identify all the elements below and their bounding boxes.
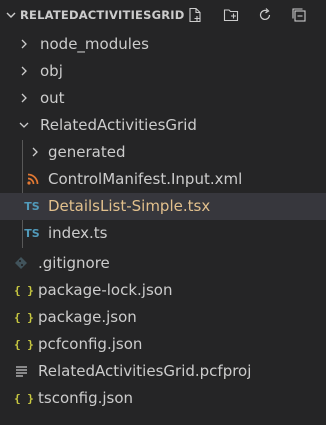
tree-file-package-lock[interactable]: { } package-lock.json <box>0 277 326 304</box>
tree-item-label: tsconfig.json <box>38 389 134 407</box>
collapse-all-button[interactable] <box>288 4 310 26</box>
tree-folder-out[interactable]: out <box>0 85 326 112</box>
new-file-button[interactable] <box>184 4 206 26</box>
tree-item-label: RelatedActivitiesGrid <box>40 116 197 134</box>
tree-file-gitignore[interactable]: .gitignore <box>0 250 326 277</box>
json-icon: { } <box>14 392 34 405</box>
chevron-right-icon <box>21 66 27 76</box>
json-icon: { } <box>14 311 34 324</box>
explorer-panel: RELATEDACTIVITIESGRID node_modules obj o… <box>0 0 326 425</box>
tree-item-label: out <box>40 89 65 107</box>
json-icon: { } <box>14 284 34 297</box>
tree-item-label: generated <box>48 143 126 161</box>
tree-folder-generated[interactable]: generated <box>0 139 326 166</box>
tree-file-controlmanifest[interactable]: ControlManifest.Input.xml <box>0 166 326 193</box>
collapse-all-icon <box>292 8 306 22</box>
refresh-icon <box>259 8 271 21</box>
json-icon: { } <box>14 338 34 351</box>
typescript-icon: TS <box>24 227 40 240</box>
chevron-right-icon <box>21 39 27 49</box>
tree-file-package[interactable]: { } package.json <box>0 304 326 331</box>
chevron-down-icon <box>19 122 29 128</box>
explorer-header: RELATEDACTIVITIESGRID <box>0 0 326 30</box>
new-folder-icon <box>223 9 239 22</box>
tree-folder-obj[interactable]: obj <box>0 58 326 85</box>
git-icon <box>15 257 27 269</box>
tree-item-label: package-lock.json <box>38 281 173 299</box>
tree-item-label: DetailsList-Simple.tsx <box>48 197 211 215</box>
chevron-right-icon <box>32 147 38 157</box>
tree-item-label: ControlManifest.Input.xml <box>48 170 243 188</box>
tree-item-label: node_modules <box>40 35 149 53</box>
new-file-icon <box>189 7 201 23</box>
tree-file-index[interactable]: TS index.ts <box>0 220 326 247</box>
tree-folder-node-modules[interactable]: node_modules <box>0 31 326 58</box>
tree-file-detailslist-simple[interactable]: TS DetailsList-Simple.tsx <box>0 193 326 220</box>
refresh-button[interactable] <box>254 4 276 26</box>
tree-item-label: .gitignore <box>38 254 110 272</box>
new-folder-button[interactable] <box>220 4 242 26</box>
tree-file-pcfproj[interactable]: RelatedActivitiesGrid.pcfproj <box>0 358 326 385</box>
tree-file-tsconfig[interactable]: { } tsconfig.json <box>0 385 326 412</box>
chevron-right-icon <box>21 93 27 103</box>
tree-item-label: obj <box>40 62 63 80</box>
chevron-down-icon[interactable] <box>4 8 18 22</box>
tree-folder-relatedactivitiesgrid[interactable]: RelatedActivitiesGrid <box>0 112 326 139</box>
tree-item-label: package.json <box>38 308 137 326</box>
tree-item-label: RelatedActivitiesGrid.pcfproj <box>38 362 252 380</box>
lines-icon <box>16 366 27 377</box>
explorer-title[interactable]: RELATEDACTIVITIESGRID <box>20 8 192 24</box>
tree-item-label: index.ts <box>48 224 108 242</box>
typescript-icon: TS <box>24 200 40 213</box>
tree-item-label: pcfconfig.json <box>38 335 143 353</box>
tree-file-pcfconfig[interactable]: { } pcfconfig.json <box>0 331 326 358</box>
rss-icon <box>27 173 39 185</box>
